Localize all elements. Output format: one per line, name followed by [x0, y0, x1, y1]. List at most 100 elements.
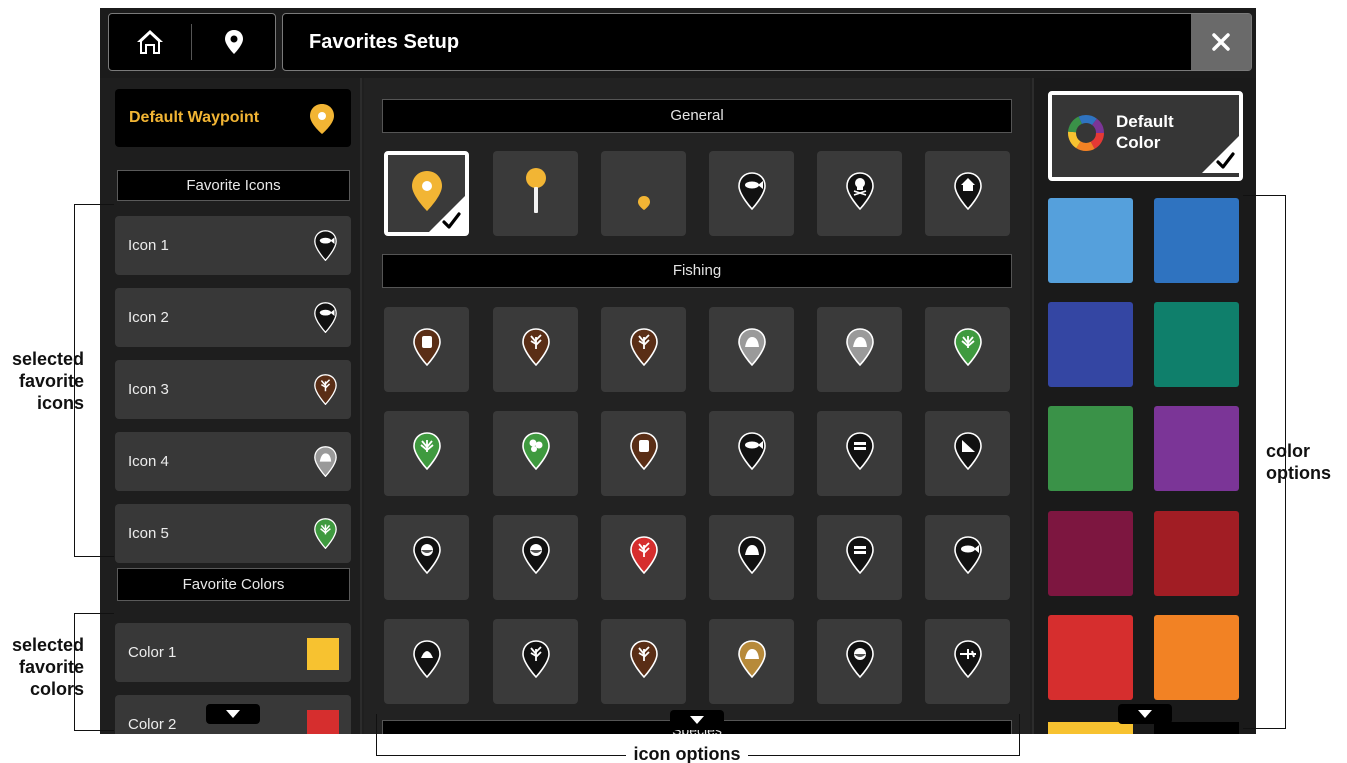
favorite-icon-label: Icon 1 [128, 237, 169, 254]
title-bar: Favorites Setup [282, 13, 1252, 71]
default-color-line-1: Default [1116, 112, 1174, 131]
color-option-tile[interactable] [1154, 302, 1239, 387]
shell-marker-icon [412, 640, 441, 683]
scroll-down-button[interactable] [670, 710, 724, 730]
icon-option-fish-jump-marker[interactable] [925, 515, 1010, 600]
color-option-tile[interactable] [1154, 198, 1239, 283]
icon-option-rock-pile-marker[interactable] [817, 307, 902, 392]
fish-marker-icon [314, 230, 337, 266]
close-icon [1212, 33, 1230, 51]
icon-option-push-pin[interactable] [493, 151, 578, 236]
color-option-tile[interactable] [1048, 615, 1133, 700]
sand-marker-icon [737, 640, 766, 683]
default-color-label: Default Color [1116, 111, 1206, 153]
icon-option-house-marker[interactable] [925, 151, 1010, 236]
favorite-icon-slot-2[interactable]: Icon 2 [115, 288, 351, 347]
icon-option-reef-marker[interactable] [601, 619, 686, 704]
home-button[interactable] [109, 14, 191, 70]
waypoint-button[interactable] [193, 14, 275, 70]
color-option-tile[interactable] [1048, 302, 1133, 387]
stump-marker-icon [412, 328, 441, 371]
color-option-tile[interactable] [1154, 406, 1239, 491]
icon-option-rock-ledge-marker[interactable] [709, 515, 794, 600]
timber-marker-icon [629, 328, 658, 371]
color-option-tile[interactable] [1048, 511, 1133, 596]
icon-option-buoy-marker[interactable] [817, 619, 902, 704]
chevron-down-icon [1138, 710, 1152, 718]
scroll-down-button[interactable] [1118, 704, 1172, 724]
icon-option-weed-marker[interactable] [925, 307, 1010, 392]
icon-option-rock-marker[interactable] [709, 307, 794, 392]
icon-option-coral-marker[interactable] [601, 515, 686, 600]
sponge-marker-icon [521, 640, 550, 683]
timber-marker-icon [314, 374, 337, 410]
favorite-colors-header: Favorite Colors [117, 568, 350, 601]
icon-option-shell-marker[interactable] [384, 619, 469, 704]
icon-option-dock-marker[interactable] [601, 411, 686, 496]
favorite-icon-slot-1[interactable]: Icon 1 [115, 216, 351, 275]
icon-option-bed-marker[interactable] [817, 515, 902, 600]
small-dot-icon [637, 171, 651, 216]
icon-option-fish-marker[interactable] [709, 151, 794, 236]
checkmark-icon [428, 195, 466, 233]
color-option-tile[interactable] [1048, 198, 1133, 283]
annotation-line: selected [11, 635, 84, 655]
rock-marker-icon [314, 446, 337, 482]
buoy-marker-icon [845, 640, 874, 683]
fish-marker-icon [737, 172, 766, 215]
school-fish-marker-icon [737, 432, 766, 475]
icon-option-plant-marker[interactable] [384, 411, 469, 496]
hump-marker-icon [412, 536, 441, 579]
lily-pad-marker-icon [521, 432, 550, 475]
annotation-line: options [1266, 463, 1331, 483]
brush-marker-icon [521, 328, 550, 371]
color-option-tile[interactable] [1154, 615, 1239, 700]
favorite-color-slot-1[interactable]: Color 1 [115, 623, 351, 682]
icon-option-bait-ball-marker[interactable] [817, 411, 902, 496]
default-waypoint-icon [309, 103, 335, 140]
icon-options-annotation: icon options [626, 743, 748, 763]
icon-option-hole-marker[interactable] [493, 515, 578, 600]
icon-option-sand-marker[interactable] [709, 619, 794, 704]
icon-option-brush-marker[interactable] [493, 307, 578, 392]
icon-option-timber-marker[interactable] [601, 307, 686, 392]
figure: Favorites Setup Default Waypoint Favorit… [0, 0, 1347, 763]
rock-ledge-marker-icon [737, 536, 766, 579]
default-waypoint-label: Default Waypoint [129, 109, 260, 126]
annotation-line: colors [29, 679, 84, 699]
weed-marker-icon [953, 328, 982, 371]
icon-option-small-dot[interactable] [601, 151, 686, 236]
default-waypoint-button[interactable]: Default Waypoint [115, 89, 351, 147]
icon-option-sponge-marker[interactable] [493, 619, 578, 704]
icon-option-drop-off-marker[interactable] [925, 411, 1010, 496]
nav-divider [191, 24, 192, 60]
color-options-annotation: color options [1266, 440, 1331, 484]
reef-marker-icon [629, 640, 658, 683]
default-color-button[interactable]: Default Color [1048, 91, 1243, 181]
favorite-icon-slot-5[interactable]: Icon 5 [115, 504, 351, 563]
icon-option-hump-marker[interactable] [384, 515, 469, 600]
fish-jump-marker-icon [953, 536, 982, 579]
icon-option-school-fish-marker[interactable] [709, 411, 794, 496]
favorite-icon-label: Icon 5 [128, 525, 169, 542]
favorite-icon-slot-4[interactable]: Icon 4 [115, 432, 351, 491]
favorite-icon-slot-3[interactable]: Icon 3 [115, 360, 351, 419]
nav-button-group [108, 13, 276, 71]
annotation-line: favorite [18, 371, 84, 391]
color-swatch [307, 638, 339, 670]
scroll-down-button[interactable] [206, 704, 260, 724]
icon-option-default-waypoint[interactable] [384, 151, 469, 236]
close-button[interactable] [1191, 14, 1251, 70]
icon-option-stump-marker[interactable] [384, 307, 469, 392]
school-fish-marker-icon [314, 302, 337, 338]
favorites-setup-screen: Favorites Setup Default Waypoint Favorit… [100, 8, 1256, 734]
icon-option-airplane-marker[interactable] [925, 619, 1010, 704]
color-option-tile[interactable] [1154, 511, 1239, 596]
favorite-icon-label: Icon 2 [128, 309, 169, 326]
icon-options-bracket-right [748, 714, 1020, 756]
hole-marker-icon [521, 536, 550, 579]
icon-option-skull-marker[interactable] [817, 151, 902, 236]
icon-option-lily-pad-marker[interactable] [493, 411, 578, 496]
color-swatch [307, 710, 339, 734]
color-option-tile[interactable] [1048, 406, 1133, 491]
